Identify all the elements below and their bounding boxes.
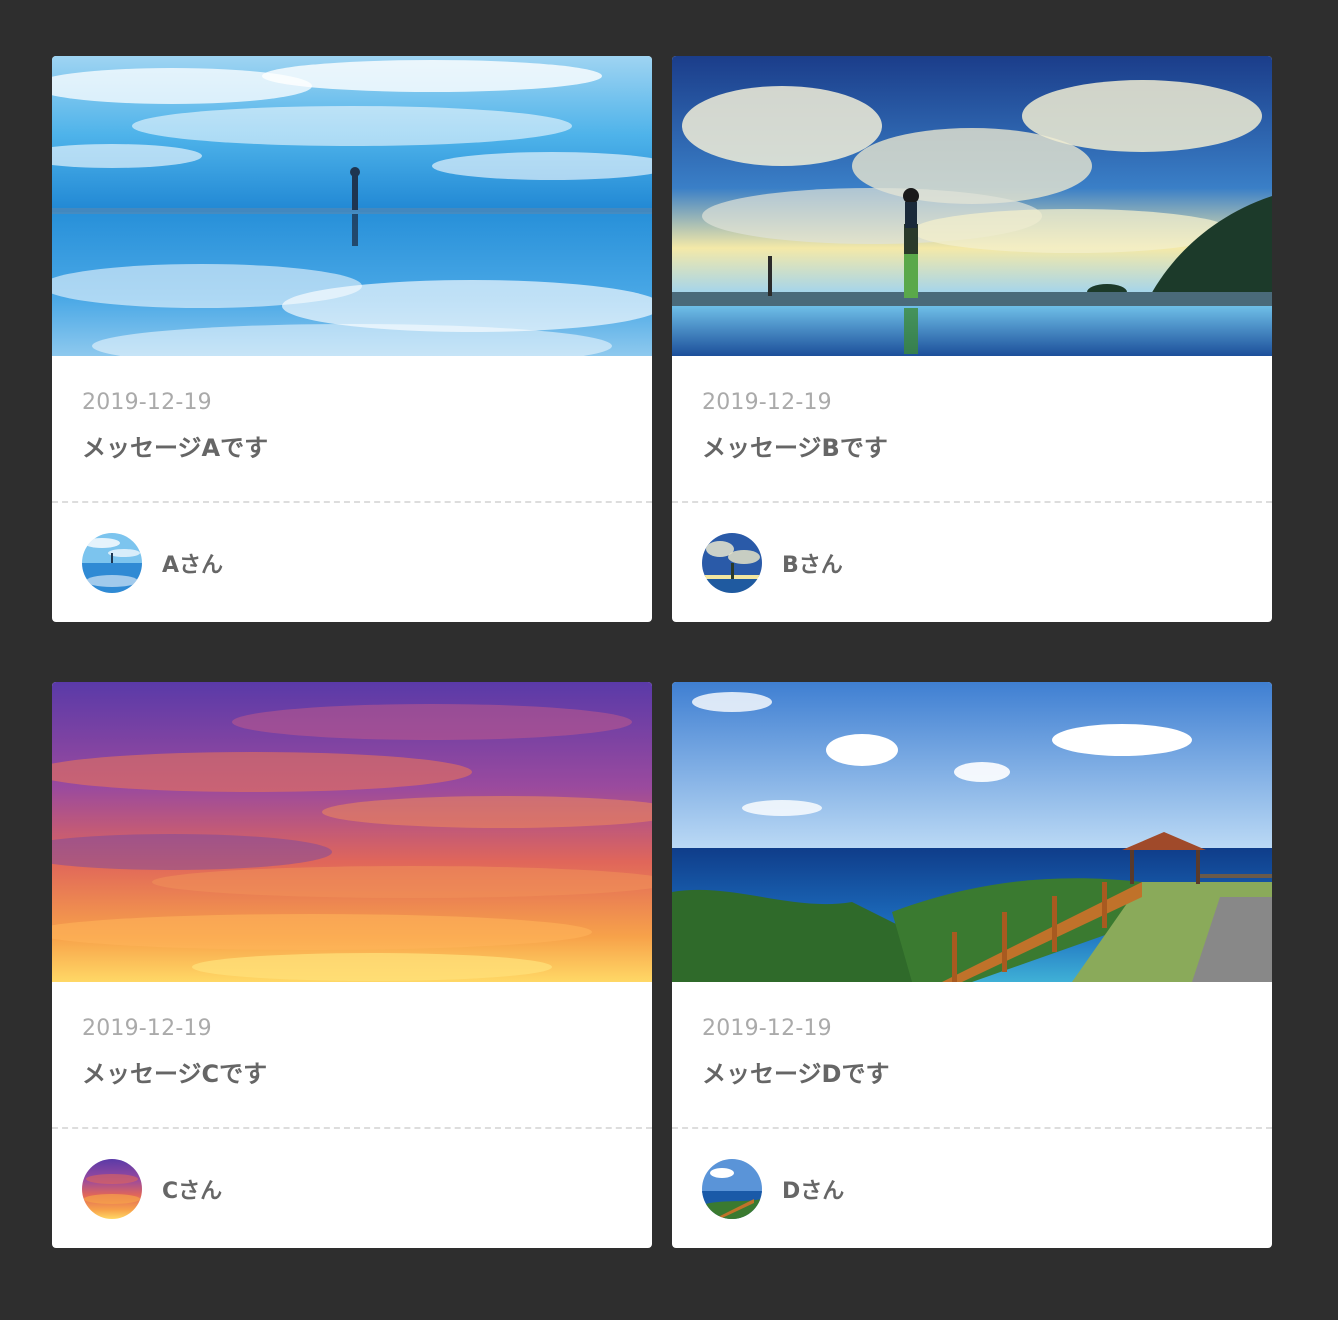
message-text: メッセージAです	[82, 434, 269, 462]
author-name: Dさん	[782, 1178, 845, 1204]
card-image	[52, 56, 652, 356]
message-card[interactable]: 2019-12-19 メッセージDです Dさん	[672, 682, 1272, 1248]
post-date: 2019-12-19	[702, 1016, 832, 1041]
card-footer: Bさん	[672, 503, 1272, 622]
post-date: 2019-12-19	[82, 390, 212, 415]
card-image	[672, 682, 1272, 982]
avatar[interactable]	[702, 532, 762, 593]
avatar[interactable]	[702, 1158, 762, 1219]
card-image	[52, 682, 652, 982]
message-text: メッセージBです	[702, 434, 888, 462]
card-body: 2019-12-19 メッセージAです	[52, 356, 652, 501]
card-body: 2019-12-19 メッセージDです	[672, 982, 1272, 1127]
avatar[interactable]	[82, 1158, 142, 1219]
message-card[interactable]: 2019-12-19 メッセージAです Aさん	[52, 56, 652, 622]
card-image	[672, 56, 1272, 356]
post-date: 2019-12-19	[702, 390, 832, 415]
message-text: メッセージDです	[702, 1060, 890, 1088]
author-name: Bさん	[782, 552, 843, 578]
message-card[interactable]: 2019-12-19 メッセージBです Bさん	[672, 56, 1272, 622]
card-body: 2019-12-19 メッセージCです	[52, 982, 652, 1127]
card-body: 2019-12-19 メッセージBです	[672, 356, 1272, 501]
card-footer: Dさん	[672, 1129, 1272, 1248]
message-card[interactable]: 2019-12-19 メッセージCです Cさん	[52, 682, 652, 1248]
message-text: メッセージCです	[82, 1060, 268, 1088]
post-date: 2019-12-19	[82, 1016, 212, 1041]
card-footer: Aさん	[52, 503, 652, 622]
author-name: Cさん	[162, 1178, 223, 1204]
card-grid: 2019-12-19 メッセージAです Aさん 2019-12-19 メッセージ…	[52, 56, 1272, 1248]
card-footer: Cさん	[52, 1129, 652, 1248]
author-name: Aさん	[162, 552, 224, 578]
avatar[interactable]	[82, 532, 142, 593]
